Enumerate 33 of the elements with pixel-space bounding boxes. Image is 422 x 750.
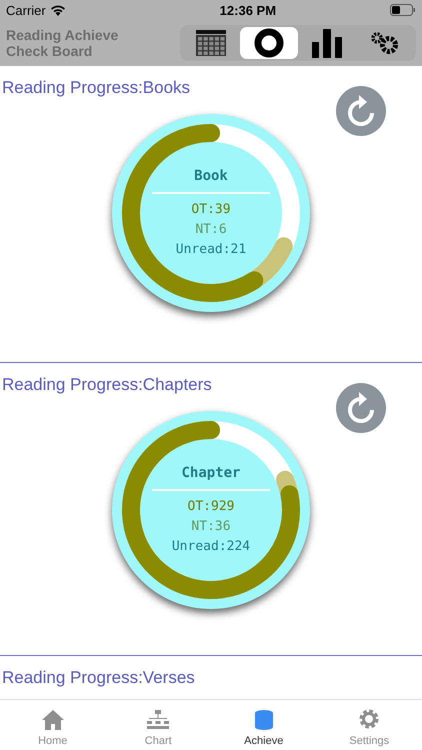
- ring-count: NT:6: [195, 221, 227, 239]
- ring-heading: Book: [152, 166, 270, 194]
- section-title: Reading Progress:Books: [1, 77, 192, 98]
- refresh-icon: [346, 392, 376, 424]
- gears-icon: [369, 30, 401, 56]
- calendar-icon: [195, 29, 227, 57]
- tab-item[interactable]: Chart: [106, 700, 211, 750]
- ring-count: NT:36: [191, 518, 231, 536]
- ring-count: Unread:21: [176, 241, 246, 259]
- section-title: Reading Progress:Chapters: [1, 374, 213, 395]
- ring-heading: Chapter: [152, 463, 270, 491]
- tab-item[interactable]: Achieve: [211, 700, 316, 750]
- tab-item[interactable]: Home: [0, 700, 106, 750]
- wifi-icon: [50, 4, 66, 16]
- section-title: Reading Progress:Verses: [1, 667, 196, 688]
- settings-icon: [358, 708, 380, 730]
- refresh-button[interactable]: [336, 86, 386, 136]
- battery-icon: [390, 4, 416, 16]
- app-title: Reading Achieve Check Board: [6, 27, 120, 59]
- refresh-icon: [346, 95, 376, 127]
- carrier-label: Carrier: [6, 2, 46, 18]
- bar-chart-icon: [312, 28, 342, 58]
- home-icon: [42, 710, 64, 730]
- segment-button[interactable]: [240, 27, 298, 59]
- ring-count: OT:39: [191, 201, 231, 219]
- status-time: 12:36 PM: [220, 2, 276, 18]
- ring-icon: [253, 27, 285, 59]
- ring-count: OT:929: [188, 498, 234, 516]
- ring-count: Unread:224: [172, 538, 250, 556]
- tab-item[interactable]: Settings: [316, 700, 422, 750]
- org-chart-icon: [146, 710, 170, 730]
- database-icon: [254, 710, 273, 730]
- refresh-button[interactable]: [336, 383, 386, 433]
